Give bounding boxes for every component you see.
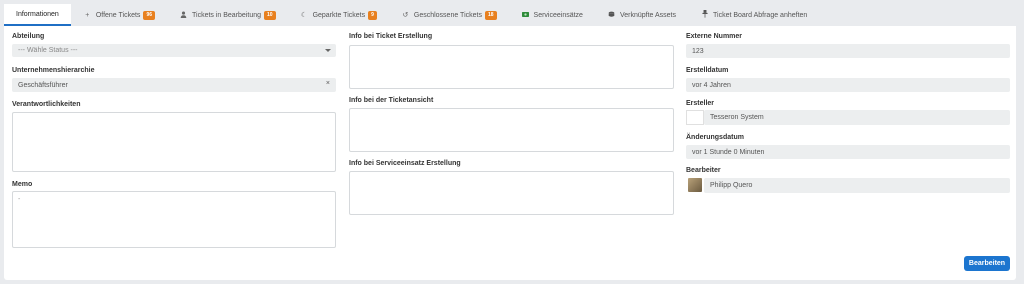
tab-geparkte-tickets[interactable]: ☾ Geparkte Tickets 9 [288,4,389,26]
abteilung-select[interactable]: --- Wähle Status --- [12,44,336,57]
tab-offene-tickets[interactable]: + Offene Tickets 96 [71,4,167,26]
ersteller-label: Ersteller [686,100,715,107]
count-badge: 9 [368,10,377,20]
avatar [688,178,702,192]
tab-bar: Informationen + Offene Tickets 96 Ticket… [4,4,1016,26]
unternehmenshierarchie-label: Unternehmenshierarchie [12,67,95,74]
close-icon[interactable]: × [326,80,330,87]
tab-geschlossene-tickets[interactable]: ↺ Geschlossene Tickets 18 [389,4,509,26]
erstelldatum-value: vor 4 Jahren [692,81,731,89]
aenderungsdatum-value: vor 1 Stunde 0 Minuten [692,148,765,156]
database-icon [607,11,616,20]
tab-ticket-board-abfrage[interactable]: Ticket Board Abfrage anheften [688,4,819,26]
tab-tickets-in-bearbeitung[interactable]: Tickets in Bearbeitung 10 [167,4,288,26]
ticketansicht-textarea[interactable] [349,108,674,152]
bearbeiter-label: Bearbeiter [686,167,721,174]
erstelldatum-label: Erstelldatum [686,67,729,74]
abteilung-label: Abteilung [12,33,45,40]
tab-serviceeinsaetze[interactable]: Serviceeinsätze [509,4,595,26]
tab-label: Serviceeinsätze [533,11,583,19]
externe-nummer-field: 123 [686,44,1010,58]
memo-value: - [18,196,21,203]
history-icon: ↺ [402,12,409,19]
aenderungsdatum-field: vor 1 Stunde 0 Minuten [686,145,1010,159]
bearbeiter-value: Philipp Quero [710,182,753,189]
ticket-erstellung-label: Info bei Ticket Erstellung [349,33,433,40]
serviceeinsatz-erstellung-label: Info bei Serviceeinsatz Erstellung [349,160,461,167]
verantwortlichkeiten-label: Verantwortlichkeiten [12,101,81,108]
pin-icon [700,10,709,20]
tab-label: Geschlossene Tickets [413,11,482,19]
edit-button[interactable]: Bearbeiten [964,256,1010,271]
tab-label: Offene Tickets [95,11,141,19]
count-badge: 96 [143,10,155,20]
tab-label: Tickets in Bearbeitung [192,11,261,19]
unternehmenshierarchie-select[interactable]: Geschäftsführer × [12,78,336,92]
ersteller-field: Tesseron System [704,110,1010,125]
count-badge: 10 [264,10,276,20]
tab-label: Informationen [16,10,59,18]
serviceeinsatz-erstellung-textarea[interactable] [349,171,674,215]
externe-nummer-label: Externe Nummer [686,33,743,40]
ticket-erstellung-textarea[interactable] [349,45,674,89]
tab-label: Verknüpfte Assets [619,11,676,19]
info-panel: Abteilung --- Wähle Status --- Unternehm… [4,26,1016,280]
tab-label: Ticket Board Abfrage anheften [713,11,808,19]
count-badge: 18 [484,10,497,20]
aenderungsdatum-label: Änderungsdatum [686,134,744,141]
moon-icon: ☾ [300,12,308,19]
memo-textarea[interactable]: - [12,191,336,248]
ticketansicht-label: Info bei der Ticketansicht [349,97,434,104]
plus-icon: + [85,11,90,19]
unternehmenshierarchie-value: Geschäftsführer [18,81,68,89]
tab-informationen[interactable]: Informationen [4,4,71,26]
memo-label: Memo [12,181,33,188]
erstelldatum-field: vor 4 Jahren [686,78,1010,92]
externe-nummer-value: 123 [692,47,704,55]
user-icon [179,11,188,20]
chevron-down-icon [325,49,331,52]
ersteller-value: Tesseron System [710,114,764,121]
abteilung-value: --- Wähle Status --- [18,47,78,54]
bearbeiter-field: Philipp Quero [704,178,1010,193]
tab-label: Geparkte Tickets [312,11,366,19]
tab-verknuepfte-assets[interactable]: Verknüpfte Assets [595,4,688,26]
ersteller-avatar [686,110,704,125]
verantwortlichkeiten-textarea[interactable] [12,112,336,172]
money-icon [521,11,530,19]
